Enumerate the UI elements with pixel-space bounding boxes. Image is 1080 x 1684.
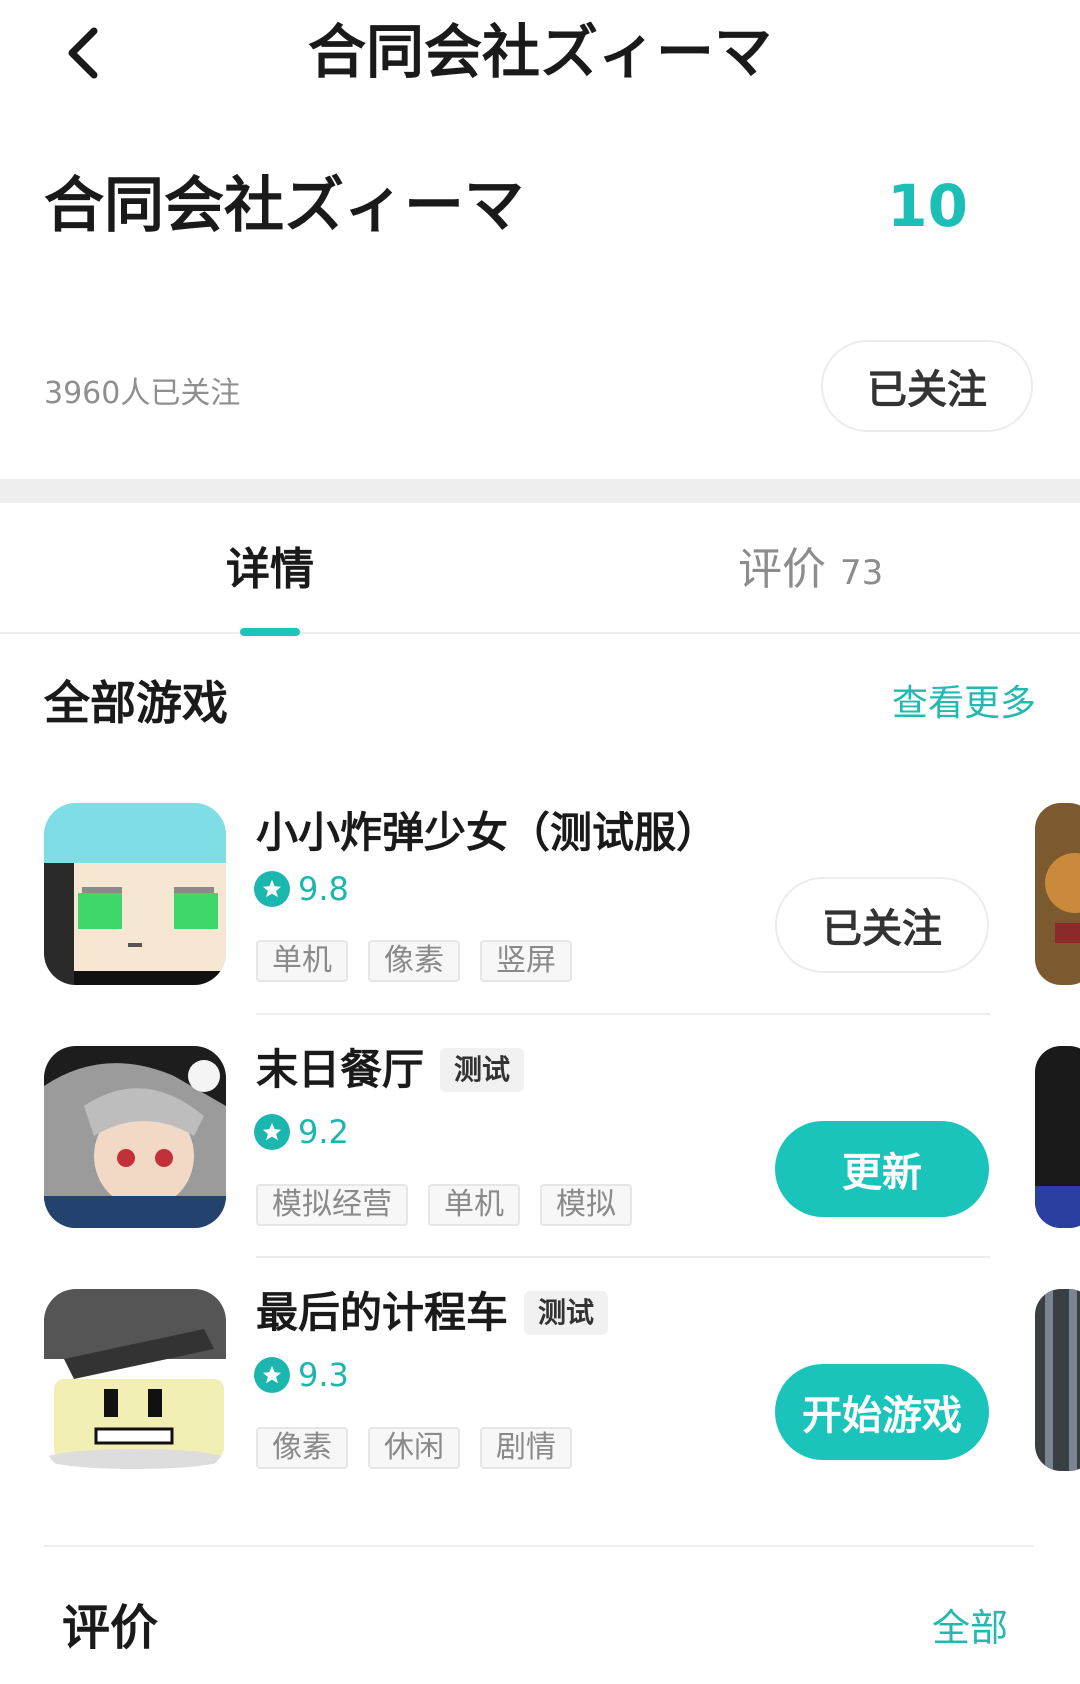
tag[interactable]: 剧情: [480, 1427, 572, 1469]
tag[interactable]: 休闲: [368, 1427, 460, 1469]
rating-value: 9.8: [298, 870, 349, 908]
update-button[interactable]: 更新: [775, 1121, 989, 1217]
tab-reviews-label: 评价: [738, 544, 826, 595]
game-rating: 9.2: [254, 1110, 349, 1154]
game-title[interactable]: 小小炸弹少女（测试服）: [256, 803, 718, 863]
tab-reviews-count: 73: [840, 553, 884, 593]
game-rating: 9.3: [254, 1353, 349, 1397]
tab-bar-divider: [0, 632, 1080, 634]
next-card-peek[interactable]: [1035, 1289, 1080, 1471]
list-divider: [256, 1256, 990, 1258]
tag[interactable]: 模拟: [540, 1184, 632, 1226]
rating-value: 9.2: [298, 1113, 349, 1151]
star-icon: [254, 1357, 290, 1393]
tag[interactable]: 单机: [256, 940, 348, 982]
star-icon: [254, 1114, 290, 1150]
list-divider: [256, 1013, 990, 1015]
test-badge: 测试: [440, 1048, 525, 1092]
section-divider: [44, 1545, 1034, 1547]
next-card-peek[interactable]: [1035, 803, 1080, 985]
game-title[interactable]: 最后的计程车 测试: [256, 1283, 609, 1343]
developer-game-count: 10: [887, 172, 968, 240]
follow-button[interactable]: 已关注: [821, 340, 1033, 432]
game-icon-bomb-girl[interactable]: [44, 803, 226, 985]
rating-value: 9.3: [298, 1356, 349, 1394]
developer-name: 合同会社ズィーマ: [44, 171, 524, 241]
game-icon-doomsday-restaurant[interactable]: [44, 1046, 226, 1228]
reviews-title: 评价: [62, 1600, 159, 1656]
game-icon-last-taxi[interactable]: [44, 1289, 226, 1471]
tab-details-label: 详情: [226, 544, 314, 595]
all-games-title: 全部游戏: [44, 676, 228, 730]
tag[interactable]: 像素: [256, 1427, 348, 1469]
tag[interactable]: 单机: [428, 1184, 520, 1226]
follower-count: 3960人已关注: [44, 376, 241, 411]
tag[interactable]: 竖屏: [480, 940, 572, 982]
tab-active-indicator: [240, 628, 300, 636]
next-card-peek[interactable]: [1035, 1046, 1080, 1228]
view-more-link[interactable]: 查看更多: [892, 674, 1036, 734]
tag[interactable]: 像素: [368, 940, 460, 982]
page-title: 合同会社ズィーマ: [307, 18, 772, 86]
game-tags: 单机 像素 竖屏: [256, 940, 572, 982]
game-follow-button[interactable]: 已关注: [775, 877, 989, 973]
game-title[interactable]: 末日餐厅 测试: [256, 1040, 525, 1100]
view-all-reviews-link[interactable]: 全部: [932, 1596, 1008, 1660]
tag[interactable]: 模拟经营: [256, 1184, 408, 1226]
section-divider: [0, 479, 1080, 503]
test-badge: 测试: [524, 1291, 609, 1335]
star-icon: [254, 871, 290, 907]
tab-reviews[interactable]: 评价 73: [738, 535, 883, 605]
game-tags: 像素 休闲 剧情: [256, 1427, 572, 1469]
game-rating: 9.8: [254, 867, 349, 911]
game-tags: 模拟经营 单机 模拟: [256, 1184, 632, 1226]
tab-details[interactable]: 详情: [226, 535, 314, 605]
start-game-button[interactable]: 开始游戏: [775, 1364, 989, 1460]
